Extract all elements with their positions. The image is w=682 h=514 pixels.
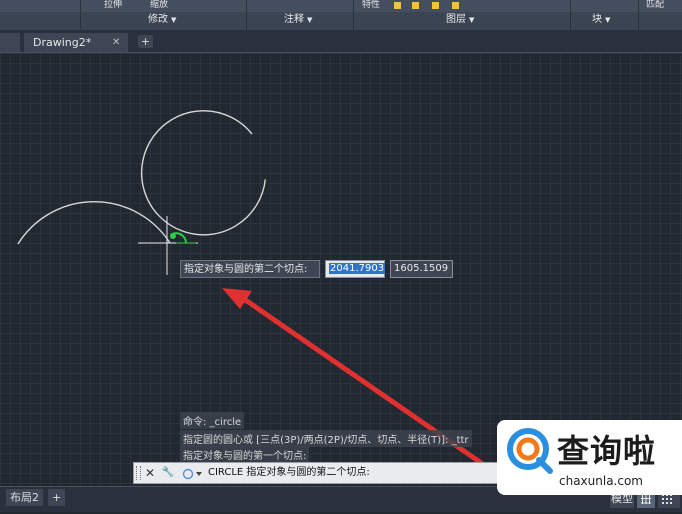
match-tool-label[interactable]: 匹配 [646, 0, 664, 10]
layers-panel-title[interactable]: 图层 ▼ [446, 12, 474, 28]
stretch-tool-label[interactable]: 拉伸 [104, 0, 122, 10]
properties-tool-label[interactable]: 特性 [362, 0, 380, 10]
recent-commands-icon [182, 468, 194, 480]
tangent-snap-icon [170, 233, 176, 239]
watermark-url: chaxunla.com [559, 474, 643, 488]
ribbon-separator [353, 0, 354, 30]
triangle-down-icon: ▼ [605, 16, 611, 24]
block-panel-label: 块 [592, 14, 602, 25]
ribbon: 拉伸 缩放 特性 匹配 修改 ▼ 注释 ▼ 图层 ▼ 块 ▼ [0, 0, 682, 30]
layer-tools-icons[interactable] [392, 0, 482, 12]
command-line[interactable]: ✕ 🔧 CIRCLE 指定对象与圆的第二个切点: [133, 462, 538, 484]
wrench-icon[interactable]: 🔧 [161, 465, 175, 481]
command-input-text[interactable]: CIRCLE 指定对象与圆的第二个切点: [208, 466, 370, 480]
close-icon[interactable]: ✕ [112, 33, 120, 52]
new-tab-button[interactable]: + [138, 35, 153, 48]
layer-freeze-icon[interactable] [412, 2, 419, 9]
command-options-icon[interactable] [182, 467, 204, 481]
ribbon-separator [80, 0, 81, 30]
tab-drawing2-label: Drawing2* [33, 36, 92, 49]
close-icon[interactable]: ✕ [143, 465, 157, 481]
annotate-panel-label: 注释 [284, 14, 304, 25]
ribbon-separator [570, 0, 571, 30]
x-value-selected[interactable]: 2041.7903 [329, 263, 386, 274]
file-tab-bar: Drawing2* ✕ + [0, 30, 682, 53]
search-logo-icon [507, 428, 553, 474]
triangle-down-icon: ▼ [469, 16, 475, 24]
dynamic-input-y-field[interactable]: 1605.1509 [390, 260, 453, 278]
modify-panel-title[interactable]: 修改 ▼ [148, 12, 176, 28]
drag-handle-icon[interactable] [136, 466, 141, 480]
tab-start-partial[interactable] [0, 33, 20, 52]
circle-arc-upper[interactable] [140, 110, 266, 236]
ribbon-tools-strip [0, 0, 682, 12]
layer-match-icon[interactable] [452, 2, 459, 9]
watermark-logo: 查询啦 chaxunla.com [497, 420, 682, 495]
layer-state-icon[interactable] [394, 2, 401, 9]
ribbon-separator [638, 0, 639, 30]
command-history-line: 指定对象与圆的第一个切点: [180, 446, 310, 463]
watermark-name: 查询啦 [557, 432, 657, 470]
dynamic-input-prompt: 指定对象与圆的第二个切点: [180, 260, 320, 278]
annotate-panel-title[interactable]: 注释 ▼ [284, 12, 312, 28]
add-layout-button[interactable]: + [48, 489, 66, 506]
circle-arc-lower[interactable] [17, 201, 171, 245]
layer-lock-icon[interactable] [432, 2, 439, 9]
triangle-down-icon: ▼ [171, 16, 177, 24]
command-history-line: 命令: _circle [180, 412, 245, 429]
ribbon-separator [246, 0, 247, 30]
tab-layout2[interactable]: 布局2 [6, 489, 43, 506]
tab-drawing2[interactable]: Drawing2* ✕ [24, 33, 128, 52]
dynamic-input-x-field[interactable]: 2041.7903 [325, 260, 386, 278]
triangle-down-icon: ▼ [307, 16, 313, 24]
layers-panel-label: 图层 [446, 14, 466, 25]
block-panel-title[interactable]: 块 ▼ [592, 12, 610, 28]
scale-tool-label[interactable]: 缩放 [150, 0, 168, 10]
chevron-down-icon [196, 472, 202, 476]
modify-panel-label: 修改 [148, 14, 168, 25]
command-history-line: 指定圆的圆心或 [三点(3P)/两点(2P)/切点、切点、半径(T)]: _tt… [180, 430, 472, 447]
